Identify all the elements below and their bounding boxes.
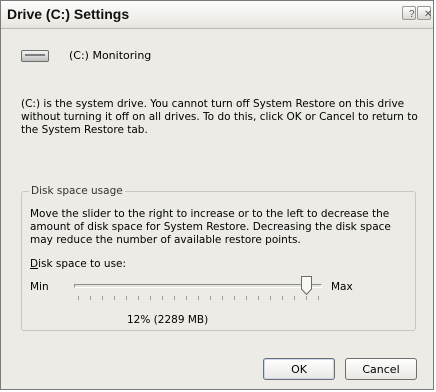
disk-space-group: Disk space usage Move the slider to the …: [21, 185, 416, 331]
disk-space-to-use-label: Disk space to use:: [30, 258, 126, 270]
slider-tick: [246, 296, 247, 300]
slider-tick: [78, 296, 79, 300]
slider-tick: [234, 296, 235, 300]
slider-tick: [198, 296, 199, 300]
drive-icon: [21, 50, 49, 62]
close-button[interactable]: ✕: [417, 6, 432, 20]
slider-tick: [102, 296, 103, 300]
slider-tick: [126, 296, 127, 300]
cancel-button[interactable]: Cancel: [345, 358, 417, 380]
dialog-title: Drive (C:) Settings: [7, 6, 130, 22]
slider-min-label: Min: [30, 281, 49, 293]
slider-track[interactable]: [74, 284, 322, 288]
disk-space-description: Move the slider to the right to increase…: [30, 208, 391, 246]
slider-ticks: [74, 296, 322, 300]
drive-label: (C:) Monitoring: [69, 49, 152, 62]
slider-tick: [282, 296, 283, 300]
slider-tick: [210, 296, 211, 300]
mnemonic-letter: D: [30, 258, 39, 270]
slider-tick: [174, 296, 175, 300]
help-button[interactable]: ?: [402, 6, 416, 20]
slider-max-label: Max: [331, 281, 353, 293]
disk-space-value: 12% (2289 MB): [127, 314, 209, 326]
title-bar: Drive (C:) Settings ? ✕: [1, 1, 433, 29]
slider-tick: [90, 296, 91, 300]
slider-tick: [186, 296, 187, 300]
system-drive-info: (C:) is the system drive. You cannot tur…: [21, 98, 418, 136]
slider-tick: [258, 296, 259, 300]
slider-tick: [150, 296, 151, 300]
disk-space-to-use-label-rest: isk space to use:: [38, 258, 127, 270]
disk-space-slider[interactable]: [74, 274, 322, 306]
slider-tick: [270, 296, 271, 300]
slider-tick: [138, 296, 139, 300]
slider-tick: [114, 296, 115, 300]
settings-dialog: Drive (C:) Settings ? ✕ (C:) Monitoring …: [0, 0, 434, 390]
slider-tick: [318, 296, 319, 300]
ok-button[interactable]: OK: [263, 358, 335, 380]
slider-tick: [162, 296, 163, 300]
slider-tick: [306, 296, 307, 300]
slider-tick: [294, 296, 295, 300]
slider-thumb[interactable]: [301, 276, 312, 295]
disk-space-group-title: Disk space usage: [29, 185, 125, 197]
slider-tick: [222, 296, 223, 300]
